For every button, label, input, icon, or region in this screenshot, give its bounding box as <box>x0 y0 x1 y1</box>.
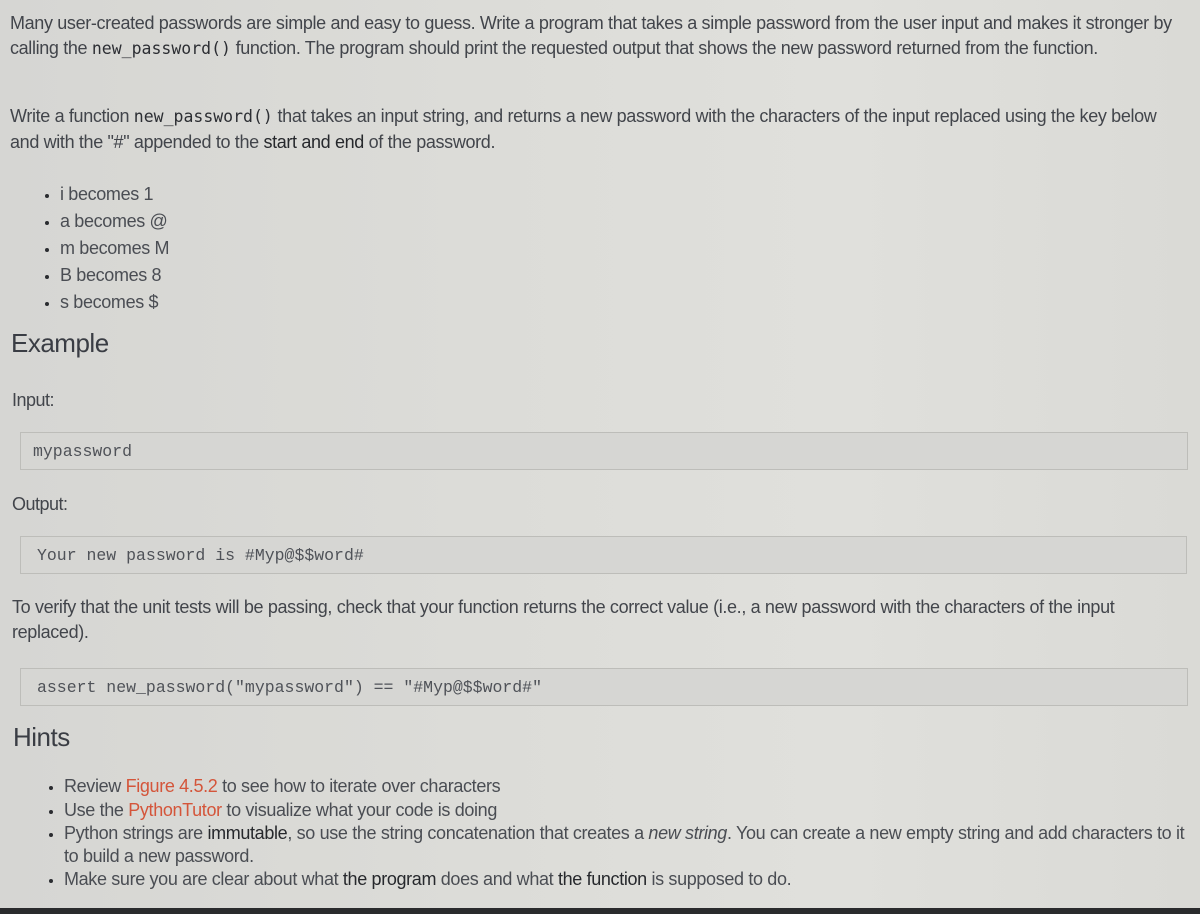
assert-code-box: assert new_password("mypassword") == "#M… <box>20 668 1188 706</box>
function-name-code: new_password() <box>133 107 273 126</box>
hints-heading: Hints <box>13 722 70 752</box>
hint-text: Make sure you are clear about what <box>64 869 343 889</box>
key-rule-item: s becomes $ <box>60 289 169 316</box>
task-text-1: Write a function <box>10 106 134 126</box>
hint-item: Use the PythonTutor to visualize what yo… <box>64 799 1194 822</box>
figure-link[interactable]: Figure 4.5.2 <box>126 776 218 796</box>
key-rule-item: m becomes M <box>60 235 170 262</box>
pythontutor-link[interactable]: PythonTutor <box>128 800 222 820</box>
task-bold-text: start and end <box>263 131 364 152</box>
task-paragraph: Write a function new_password() that tak… <box>10 104 1190 154</box>
hint-item: Make sure you are clear about what the p… <box>64 868 1194 891</box>
hint-text: Review <box>64 776 126 796</box>
hint-text: Use the <box>64 799 129 820</box>
hints-list: Review Figure 4.5.2 to see how to iterat… <box>32 775 1194 892</box>
key-rule-item: a becomes @ <box>60 208 169 235</box>
hint-bold-text: the function <box>557 869 647 889</box>
hint-text: does and what <box>436 869 558 889</box>
hint-text: to see how to iterate over characters <box>217 776 501 796</box>
input-label: Input: <box>12 390 55 410</box>
hint-text: Python strings are <box>64 823 208 843</box>
example-input-box: mypassword <box>20 432 1188 470</box>
key-rule-item: i becomes 1 <box>60 181 169 208</box>
function-name-code: new_password() <box>91 38 231 58</box>
hint-item: Python strings are immutable, so use the… <box>64 822 1194 867</box>
task-text-3: of the password. <box>363 131 496 152</box>
example-heading: Example <box>11 328 109 358</box>
output-label: Output: <box>12 494 68 514</box>
intro-paragraph: Many user-created passwords are simple a… <box>10 11 1190 61</box>
key-rule-item: B becomes 8 <box>60 262 169 289</box>
hint-item: Review Figure 4.5.2 to see how to iterat… <box>64 775 1194 798</box>
hint-text: to visualize what your code is doing <box>221 799 497 820</box>
hint-text: , so use the string concatenation that c… <box>287 823 649 843</box>
hint-bold-text: immutable <box>207 823 288 843</box>
example-output-box: Your new password is #Myp@$$word# <box>20 536 1187 574</box>
hint-italic-text: new string <box>648 823 727 843</box>
intro-text-2: function. The program should print the r… <box>230 37 1099 58</box>
hint-text: is supposed to do. <box>646 869 792 889</box>
hint-bold-text: the program <box>342 869 437 889</box>
replacement-key-list: i becomes 1 a becomes @ m becomes M B be… <box>32 181 170 316</box>
verify-paragraph: To verify that the unit tests will be pa… <box>12 597 1115 642</box>
screen-bottom-edge <box>0 908 1200 914</box>
